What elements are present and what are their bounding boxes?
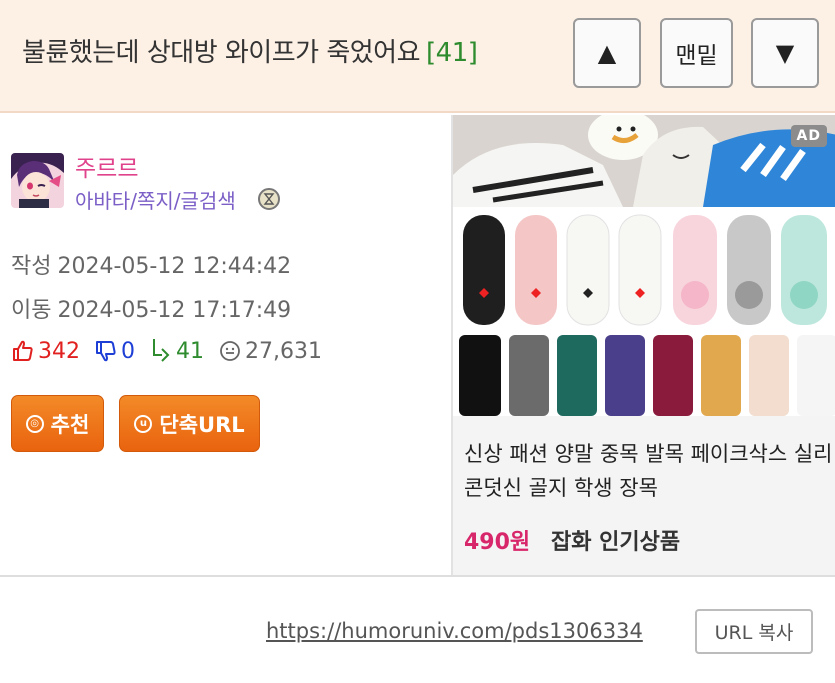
moved-label: 이동 — [11, 298, 52, 323]
recommend-circle-icon: ◎ — [25, 414, 44, 433]
triangle-up-icon: ▲ — [597, 39, 617, 67]
ad-badge: AD — [790, 125, 827, 147]
level-badge-icon — [258, 188, 280, 210]
upvote-count: 342 — [38, 338, 80, 364]
view-count: 27,631 — [245, 338, 322, 364]
views-stat: 27,631 — [218, 339, 322, 364]
written-date: 2024-05-12 12:44:42 — [57, 254, 292, 279]
thumbs-up-icon — [13, 340, 33, 361]
post-header-bar: 불륜했는데 상대방 와이프가 죽었어요 [41] ▲ 맨밑 ▼ — [0, 0, 835, 113]
url-circle-icon: u — [134, 414, 153, 433]
ad-price: 490원 — [464, 530, 531, 555]
share-stat[interactable]: 41 — [149, 339, 204, 364]
written-label: 작성 — [11, 254, 52, 279]
author-links: 아바타/쪽지/글검색 — [75, 185, 236, 214]
link-separator: / — [130, 189, 137, 213]
author-avatar[interactable] — [11, 153, 64, 208]
post-search-link[interactable]: 글검색 — [181, 189, 236, 213]
post-stats: 342 0 41 27,631 — [11, 336, 336, 366]
scroll-up-button[interactable]: ▲ — [573, 18, 641, 88]
avatar-link[interactable]: 아바타 — [75, 189, 130, 213]
triangle-down-icon: ▼ — [775, 39, 795, 67]
avatar-image — [11, 153, 64, 208]
scroll-down-button[interactable]: ▼ — [751, 18, 819, 88]
post-title-text: 불륜했는데 상대방 와이프가 죽었어요 — [22, 38, 421, 68]
share-count: 41 — [176, 338, 204, 364]
section-divider — [0, 575, 835, 577]
moved-date-row: 이동 2024-05-12 17:17:49 — [11, 292, 291, 324]
recommend-button[interactable]: ◎ 추천 — [11, 395, 104, 452]
thumbs-down-icon — [96, 341, 116, 362]
socks-product-image — [453, 115, 835, 416]
recommend-label: 추천 — [50, 412, 90, 437]
downvote-count: 0 — [121, 338, 135, 364]
author-name[interactable]: 주르르 — [75, 149, 138, 183]
moved-date: 2024-05-12 17:17:49 — [57, 298, 292, 323]
upvote-stat[interactable]: 342 — [11, 339, 80, 364]
share-arrow-icon — [153, 339, 170, 362]
downvote-stat[interactable]: 0 — [94, 339, 135, 364]
comment-count[interactable]: [41] — [426, 38, 478, 68]
message-link[interactable]: 쪽지 — [137, 189, 174, 213]
link-separator: / — [173, 189, 181, 213]
go-bottom-button[interactable]: 맨밑 — [660, 18, 733, 88]
ad-product-title[interactable]: 신상 패션 양말 중목 발목 페이크삭스 실리콘덧신 골지 학생 장목 — [464, 437, 835, 505]
written-date-row: 작성 2024-05-12 12:44:42 — [11, 248, 291, 280]
short-url-label: 단축URL — [159, 412, 245, 437]
copy-url-button[interactable]: URL 복사 — [695, 609, 813, 654]
smiley-icon — [220, 341, 240, 361]
ad-product-image[interactable]: AD — [453, 115, 835, 416]
ad-panel[interactable]: AD 신상 패션 양말 중목 발목 페이크삭스 실리콘덧신 골지 학생 장목 4… — [451, 115, 835, 575]
post-url-link[interactable]: https://humoruniv.com/pds1306334 — [266, 619, 643, 643]
post-title: 불륜했는데 상대방 와이프가 죽었어요 [41] — [22, 32, 478, 69]
hourglass-icon — [263, 193, 275, 205]
ad-seller: 잡화 인기상품 — [551, 530, 681, 555]
short-url-button[interactable]: u 단축URL — [119, 395, 260, 452]
